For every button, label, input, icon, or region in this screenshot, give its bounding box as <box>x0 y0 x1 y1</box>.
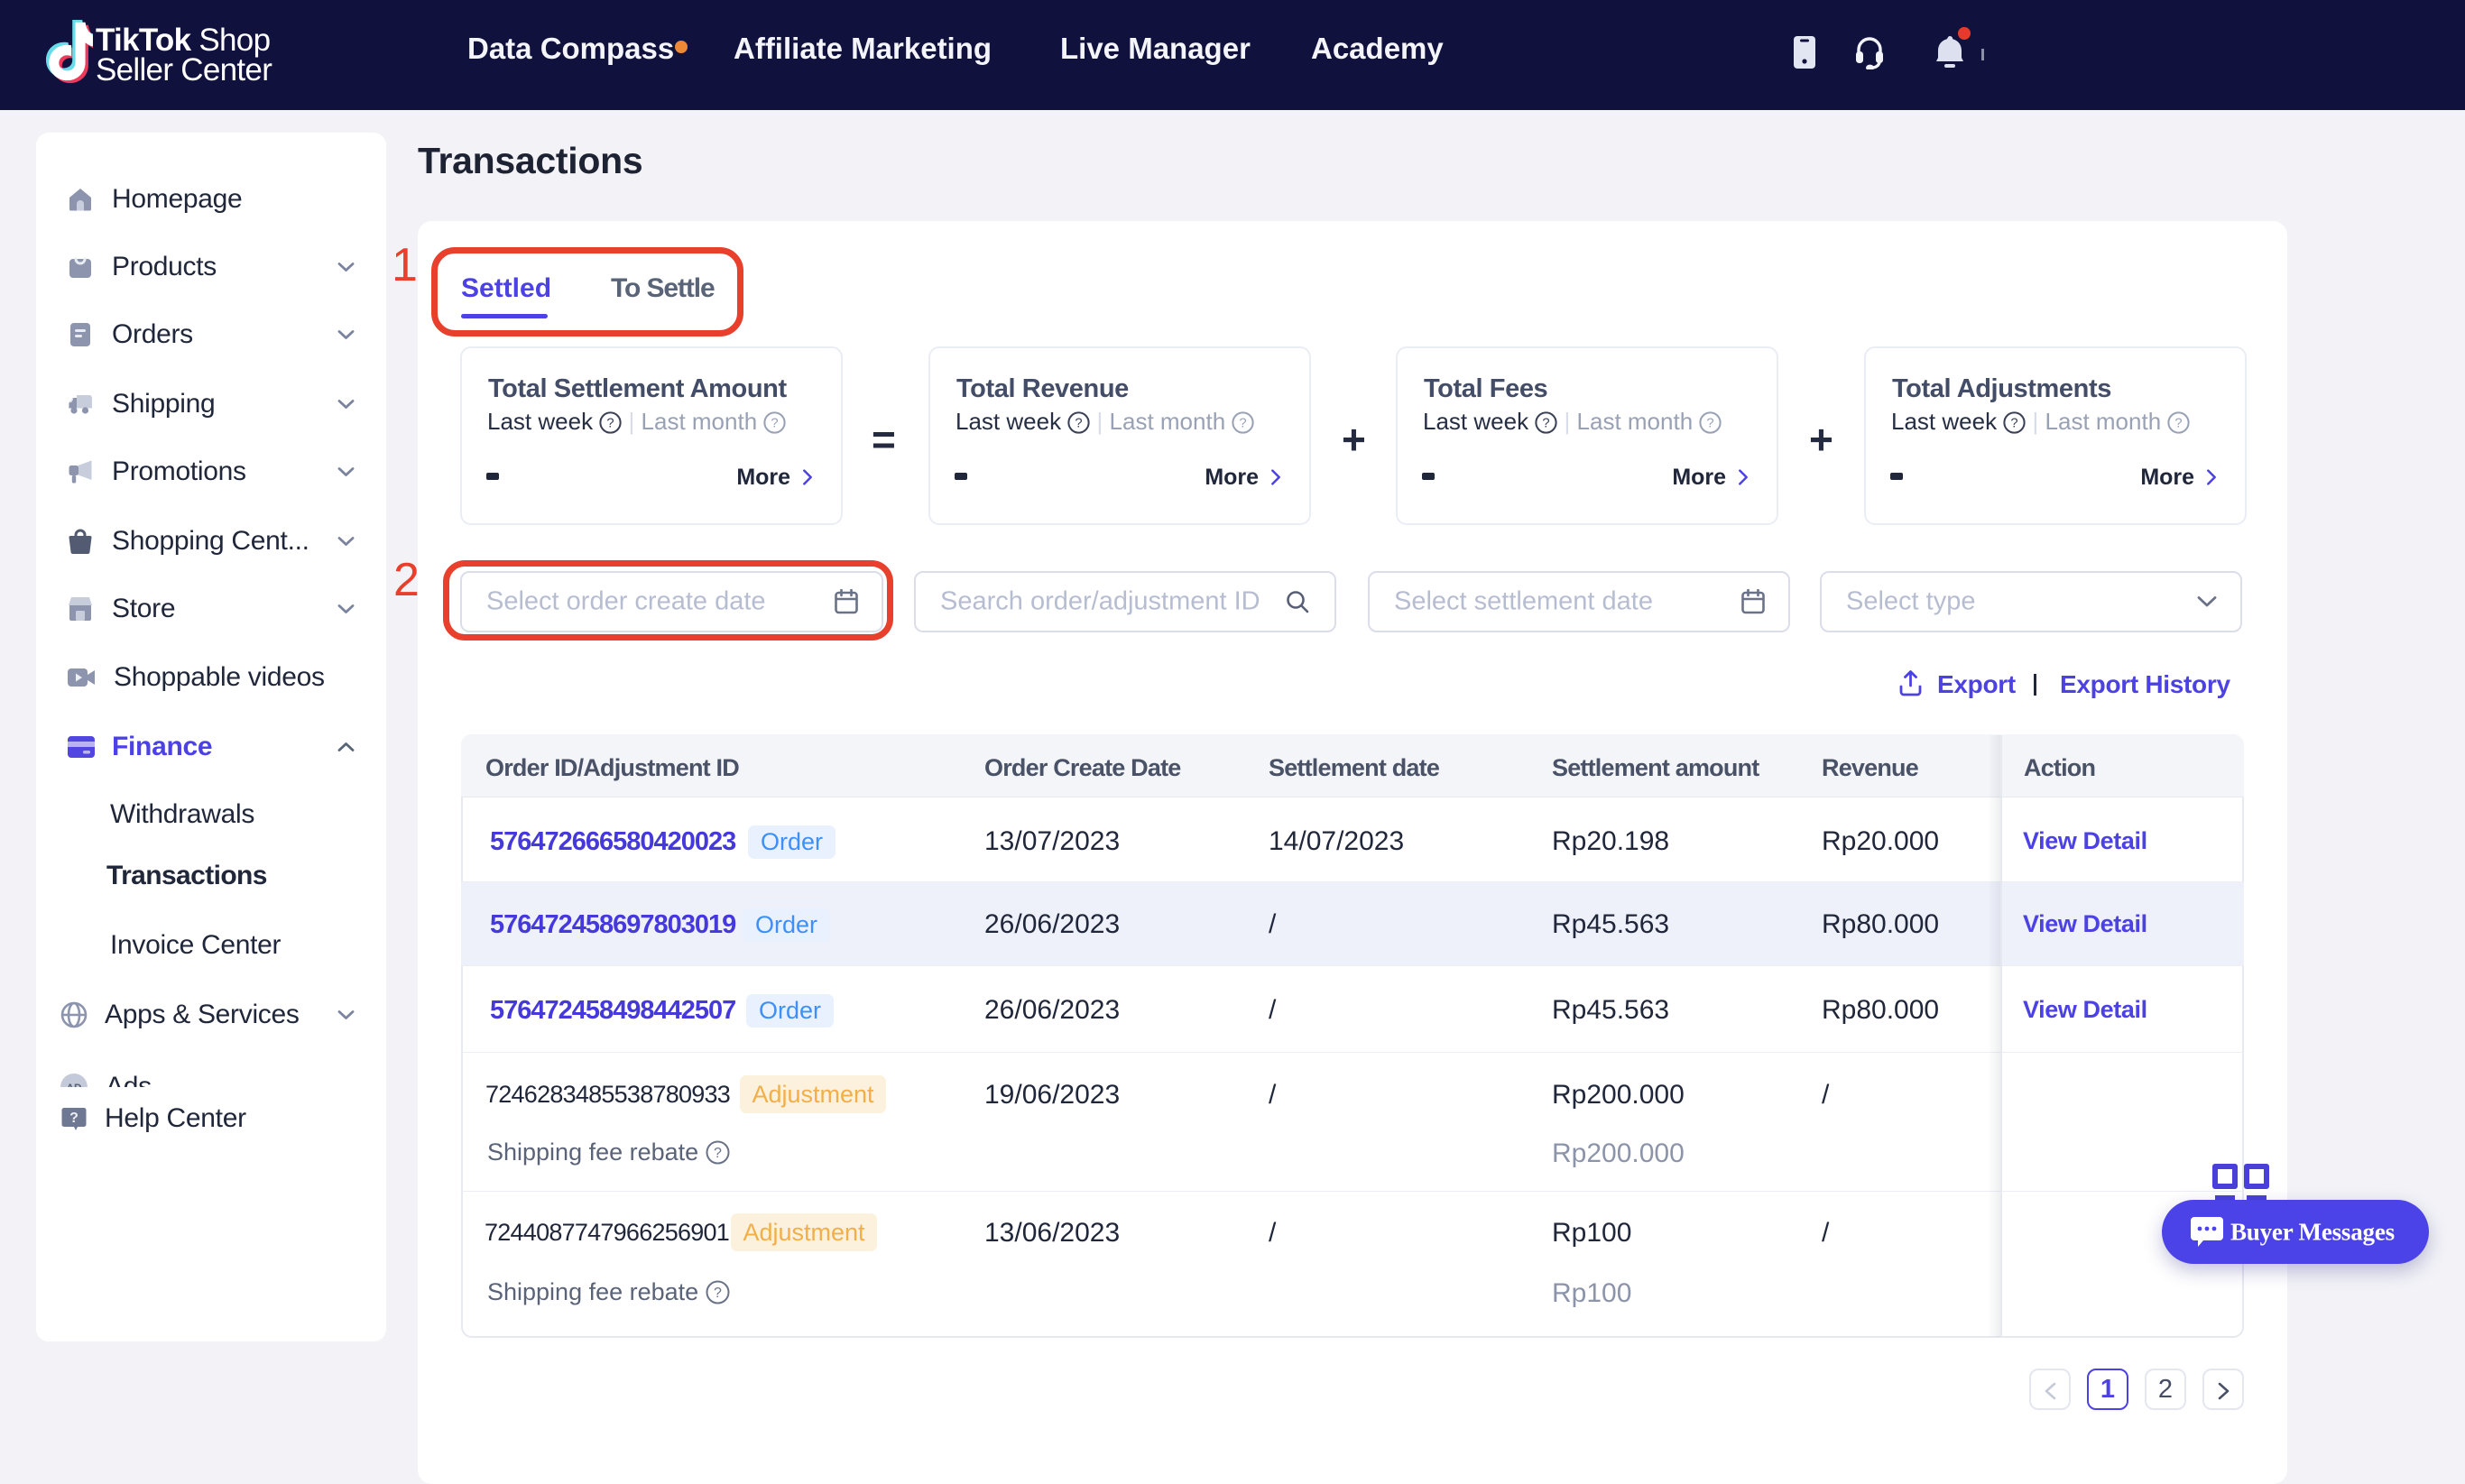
svg-text:?: ? <box>2175 417 2183 431</box>
svg-text:?: ? <box>2011 417 2018 431</box>
svg-text:?: ? <box>1707 417 1714 431</box>
svg-text:?: ? <box>607 417 614 431</box>
svg-text:?: ? <box>1240 417 1247 431</box>
svg-text:?: ? <box>714 1286 722 1301</box>
svg-text:?: ? <box>69 1111 78 1126</box>
svg-text:?: ? <box>1543 417 1550 431</box>
svg-text:?: ? <box>714 1146 722 1161</box>
svg-text:?: ? <box>1076 417 1083 431</box>
svg-text:?: ? <box>771 417 779 431</box>
